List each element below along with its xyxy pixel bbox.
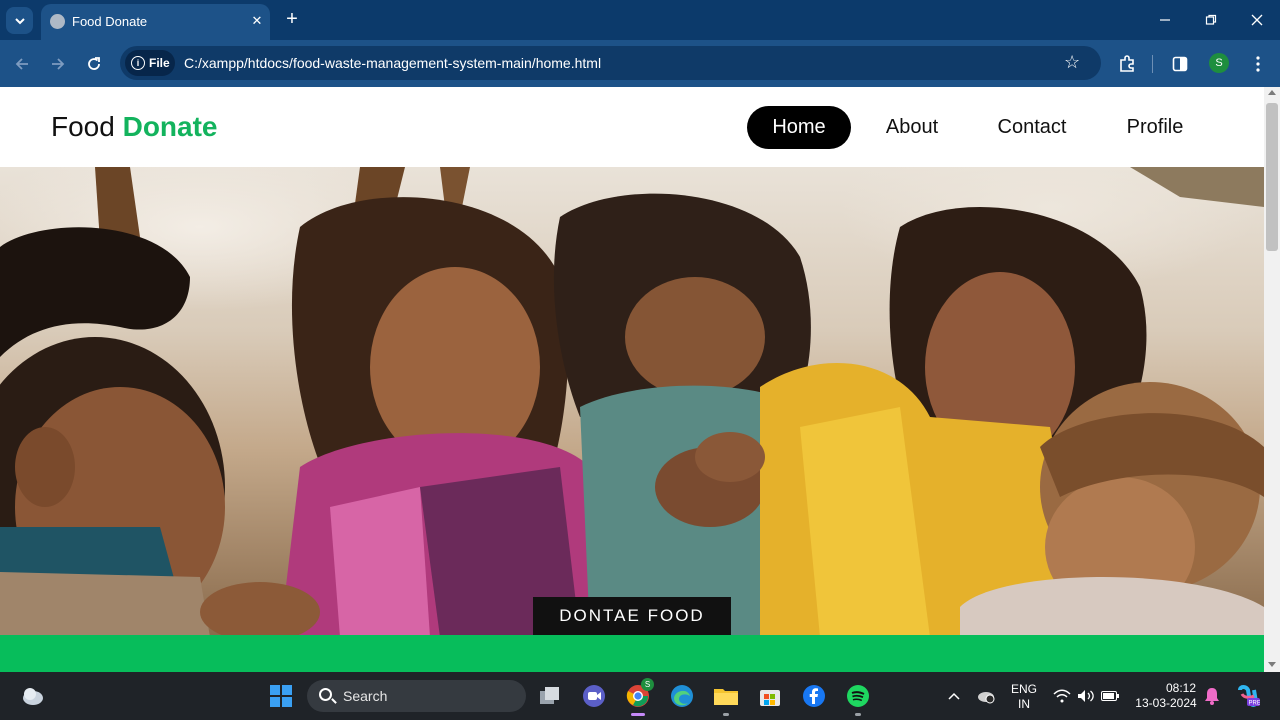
microsoft-store-button[interactable]	[753, 680, 787, 712]
forward-button[interactable]	[46, 52, 70, 76]
browser-title-bar: Food Donate ✕ +	[0, 0, 1280, 40]
notifications-button[interactable]	[1195, 680, 1229, 712]
explorer-running-indicator	[723, 713, 729, 716]
green-band	[0, 635, 1264, 672]
spotify-button[interactable]	[841, 680, 875, 712]
taskbar-search[interactable]: Search	[307, 680, 526, 712]
chrome-active-indicator	[631, 713, 645, 716]
globe-icon	[50, 14, 65, 29]
chevron-up-icon	[948, 692, 960, 700]
hero-banner: DONTAE FOOD	[0, 167, 1264, 635]
hero-photo-children	[0, 167, 1264, 635]
weather-widget[interactable]	[16, 680, 50, 712]
reload-button[interactable]	[82, 52, 106, 76]
back-button[interactable]	[10, 52, 34, 76]
extensions-button[interactable]	[1116, 53, 1138, 75]
task-view-button[interactable]	[533, 680, 567, 712]
info-icon: i	[131, 56, 145, 70]
nav-home[interactable]: Home	[747, 106, 851, 149]
spotify-running-indicator	[855, 713, 861, 716]
language-indicator[interactable]: ENG IN	[1006, 682, 1042, 712]
reload-icon	[88, 57, 100, 70]
site-info-chip[interactable]: i File	[125, 50, 175, 76]
search-icon	[319, 688, 332, 701]
tab-search-button[interactable]	[6, 7, 33, 34]
scrollbar-thumb[interactable]	[1266, 103, 1278, 251]
facebook-icon	[803, 685, 825, 707]
more-vertical-icon	[1256, 56, 1260, 72]
browser-toolbar: i File C:/xampp/htdocs/food-waste-manage…	[0, 40, 1280, 87]
restore-button[interactable]	[1188, 0, 1234, 40]
nav-profile[interactable]: Profile	[1108, 106, 1202, 149]
search-placeholder: Search	[343, 688, 388, 704]
edge-taskbar-button[interactable]	[665, 680, 699, 712]
minimize-icon	[1160, 19, 1170, 21]
puzzle-icon	[1120, 55, 1134, 72]
spotify-icon	[847, 685, 869, 707]
chevron-down-icon	[14, 17, 25, 24]
new-tab-button[interactable]: +	[281, 8, 303, 30]
store-icon	[760, 690, 780, 706]
copilot-button[interactable]: PRE	[1231, 680, 1265, 712]
scroll-up-arrow-icon[interactable]	[1268, 90, 1276, 95]
file-explorer-button[interactable]	[709, 680, 743, 712]
battery-icon	[1101, 691, 1119, 701]
profile-avatar[interactable]: S	[1209, 53, 1229, 73]
svg-text:PRE: PRE	[1249, 701, 1261, 707]
cloud-icon	[23, 688, 43, 705]
scroll-down-arrow-icon[interactable]	[1268, 662, 1276, 667]
teams-meet-button[interactable]	[577, 680, 611, 712]
language-code: ENG	[1010, 682, 1037, 696]
page-viewport: Food Donate Home About Contact Profile D…	[0, 87, 1264, 672]
restore-icon	[1205, 14, 1217, 25]
nav-about[interactable]: About	[864, 106, 960, 149]
tab-title: Food Donate	[72, 14, 148, 29]
side-panel-icon	[1172, 56, 1188, 72]
url-text[interactable]: C:/xampp/htdocs/food-waste-management-sy…	[184, 55, 601, 71]
arrow-left-icon	[15, 58, 28, 70]
close-icon	[1251, 14, 1263, 26]
site-logo[interactable]: Food Donate	[51, 111, 218, 143]
site-header: Food Donate Home About Contact Profile	[0, 87, 1264, 167]
start-button[interactable]	[264, 680, 298, 712]
battery-button[interactable]	[1093, 680, 1127, 712]
page-scrollbar[interactable]	[1264, 87, 1280, 672]
side-panel-button[interactable]	[1169, 53, 1191, 75]
onedrive-tray-button[interactable]	[969, 680, 1003, 712]
edge-icon	[671, 685, 693, 707]
menu-button[interactable]	[1247, 53, 1269, 75]
donate-food-button[interactable]: DONTAE FOOD	[533, 597, 731, 635]
cloud-sync-icon	[978, 692, 995, 704]
windows-logo-icon	[270, 685, 292, 707]
minimize-button[interactable]	[1142, 0, 1188, 40]
region-code: IN	[1018, 697, 1030, 711]
clock[interactable]: 08:12 13-03-2024	[1128, 681, 1204, 711]
facebook-button[interactable]	[797, 680, 831, 712]
windows-taskbar: Search S ENG IN 08:12 13-03-2024 PRE	[0, 672, 1280, 720]
close-window-button[interactable]	[1234, 0, 1280, 40]
clock-date: 13-03-2024	[1135, 696, 1197, 710]
arrow-right-icon	[52, 58, 65, 70]
logo-accent-word: Donate	[122, 111, 218, 142]
close-tab-icon[interactable]: ✕	[247, 11, 267, 31]
site-chip-label: File	[149, 56, 170, 70]
bookmark-star-icon[interactable]: ☆	[1064, 52, 1080, 73]
browser-tab[interactable]: Food Donate ✕	[41, 4, 270, 40]
nav-contact[interactable]: Contact	[983, 106, 1081, 149]
bell-icon	[1205, 688, 1219, 705]
chrome-taskbar-button[interactable]: S	[621, 678, 655, 712]
show-hidden-icons-button[interactable]	[937, 680, 971, 712]
logo-first-word: Food	[51, 111, 115, 142]
toolbar-separator	[1152, 55, 1153, 73]
address-bar[interactable]: i File C:/xampp/htdocs/food-waste-manage…	[120, 46, 1101, 80]
copilot-icon: PRE	[1238, 685, 1261, 707]
chrome-profile-badge: S	[641, 678, 654, 691]
video-chat-icon	[583, 685, 605, 707]
task-view-icon	[540, 687, 559, 704]
folder-icon	[714, 689, 738, 705]
clock-time: 08:12	[1165, 681, 1196, 695]
